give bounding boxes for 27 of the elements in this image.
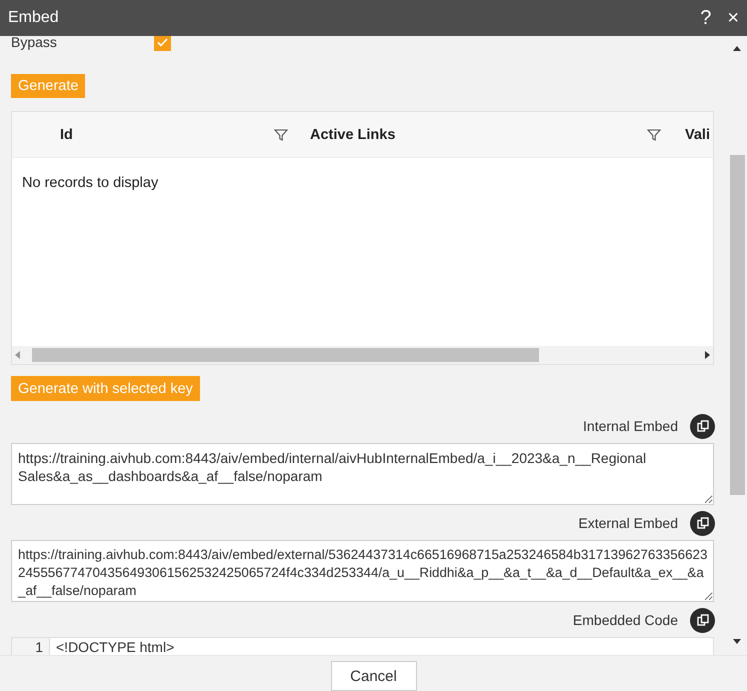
column-header[interactable]: Vali bbox=[685, 126, 710, 142]
horizontal-scrollbar[interactable] bbox=[12, 346, 713, 364]
close-icon[interactable]: × bbox=[727, 6, 739, 30]
check-icon bbox=[157, 38, 168, 46]
field-label: Internal Embed bbox=[583, 418, 678, 434]
scroll-down-icon[interactable] bbox=[732, 638, 742, 646]
cancel-button[interactable]: Cancel bbox=[330, 661, 416, 691]
field-label: Embedded Code bbox=[572, 612, 678, 628]
url-field[interactable]: https://training.aivhub.com:8443/aiv/embed/internal/aivHubInternalEmbed/a_i__2023&a_n__Regional Sales&a_as__dashboards&a_af__false/noparam bbox=[11, 443, 714, 505]
bypass-checkbox[interactable] bbox=[154, 36, 171, 50]
help-icon[interactable]: ? bbox=[700, 6, 712, 30]
filter-icon[interactable] bbox=[274, 128, 288, 142]
bypass-label: Bypass bbox=[11, 36, 58, 50]
column-header[interactable]: Id bbox=[60, 126, 73, 142]
url-field[interactable]: https://training.aivhub.com:8443/aiv/embed/external/53624437314c66516968715a253246584b31713962763356623245556774704356493061562532425065724f4c334d253344/a_u__Riddhi&a_p__&a_t__&a_d__Default&a_ex__&a_af__false/noparam bbox=[11, 540, 714, 602]
code-line: <!DOCTYPE html> bbox=[55, 638, 174, 655]
column-header[interactable]: Active Links bbox=[310, 126, 396, 142]
copy-icon[interactable] bbox=[690, 414, 715, 438]
line-number: 1 bbox=[12, 638, 50, 655]
copy-icon[interactable] bbox=[690, 510, 715, 536]
copy-icon[interactable] bbox=[690, 608, 715, 632]
empty-message: No records to display bbox=[22, 175, 158, 191]
scroll-up-icon[interactable] bbox=[732, 44, 742, 52]
field-label: External Embed bbox=[578, 515, 678, 531]
window-title: Embed bbox=[8, 9, 60, 27]
code-editor[interactable]: 1 <!DOCTYPE html> bbox=[11, 637, 714, 655]
filter-icon[interactable] bbox=[647, 128, 661, 142]
